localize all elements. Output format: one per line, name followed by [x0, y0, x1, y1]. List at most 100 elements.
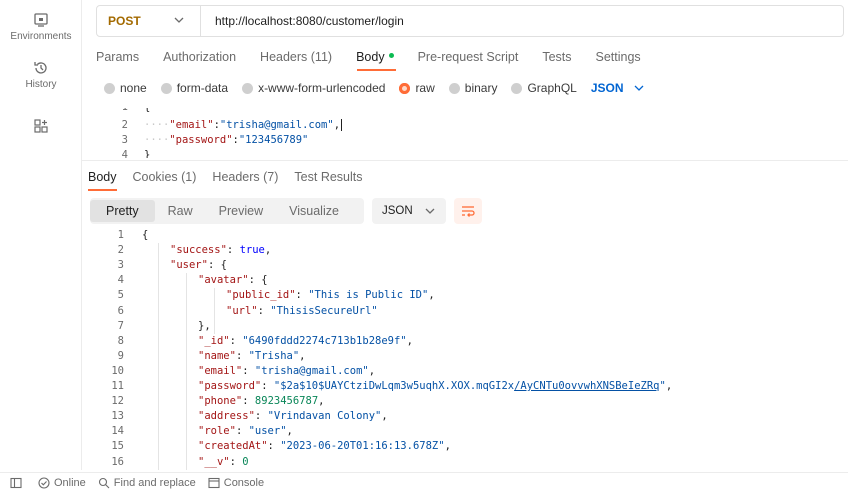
body-indicator-dot — [388, 53, 394, 59]
tab-tests[interactable]: Tests — [542, 50, 571, 68]
check-circle-icon — [38, 476, 50, 489]
request-tabs: Params Authorization Headers (11) Body P… — [96, 50, 665, 68]
code-token: "6490fddd2274c713b1b28e9f" — [242, 334, 407, 347]
code-content: ····"password":"123456789" — [144, 133, 308, 148]
find-replace-button[interactable]: Find and replace — [98, 477, 196, 489]
code-token: 8923456787 — [254, 395, 319, 408]
body-type-form-data[interactable]: form-data — [160, 81, 229, 95]
code-line: 6 "url": "ThisisSecureUrl" — [82, 304, 378, 319]
language-label: JSON — [590, 81, 624, 95]
body-type-none[interactable]: none — [104, 81, 147, 95]
code-line: 1{ — [96, 108, 836, 115]
code-token: , — [299, 349, 306, 362]
response-body-viewer[interactable]: 1{2 "success": true, 3 "user": {4 "avatar": … — [82, 228, 848, 470]
line-number: 10 — [111, 364, 124, 377]
code-token: : — [254, 410, 268, 423]
code-token: "password" — [198, 380, 262, 392]
sidebar-item-label: Environments — [10, 31, 72, 42]
code-token: "address" — [198, 410, 255, 423]
radio-icon — [511, 82, 523, 94]
code-token: "trisha@gmail.com" — [219, 119, 334, 131]
url-input[interactable]: http://localhost:8080/customer/login — [201, 14, 404, 28]
tab-body[interactable]: Body — [356, 50, 394, 68]
toggle-sidebar-button[interactable] — [10, 477, 26, 489]
code-token: : — [261, 380, 274, 392]
code-line: 14 "role": "user", — [82, 424, 293, 439]
code-token: , — [444, 440, 451, 453]
status-bar: Online Find and replace Console — [0, 472, 848, 492]
body-type-graphql[interactable]: GraphQL — [511, 81, 577, 95]
code-line: 10 "email": "trisha@gmail.com", — [82, 364, 375, 379]
code-token: "name" — [198, 349, 236, 362]
online-status[interactable]: Online — [38, 477, 86, 489]
body-type-urlencoded[interactable]: x-www-form-urlencoded — [242, 81, 385, 95]
code-content: "phone": 8923456787, — [198, 394, 324, 409]
body-type-raw[interactable]: raw — [399, 81, 435, 95]
tab-params[interactable]: Params — [96, 50, 139, 68]
indent-guide — [186, 273, 187, 470]
chevron-down-icon — [174, 17, 184, 23]
code-content: "user": { — [170, 258, 227, 273]
sidebar-item-environments[interactable]: Environments — [0, 12, 82, 42]
view-visualize-button[interactable]: Visualize — [276, 200, 352, 222]
tab-authorization[interactable]: Authorization — [163, 50, 236, 68]
wrap-lines-button[interactable] — [454, 198, 482, 224]
sidebar-item-flows[interactable] — [0, 118, 82, 137]
method-select[interactable]: POST — [97, 6, 201, 36]
line-number: 8 — [117, 334, 124, 347]
response-tab-test-results[interactable]: Test Results — [294, 170, 362, 188]
tab-settings[interactable]: Settings — [596, 50, 641, 68]
response-tab-cookies[interactable]: Cookies (1) — [133, 170, 197, 188]
code-token: , — [333, 119, 341, 131]
body-language-select[interactable]: JSON — [591, 81, 644, 95]
line-number: 1 — [117, 229, 124, 241]
line-number: 15 — [111, 440, 124, 453]
code-token: "email" — [169, 119, 214, 131]
code-token: , — [665, 380, 673, 392]
sidebar-item-history[interactable]: History — [0, 60, 82, 90]
code-content: { — [142, 228, 148, 243]
history-icon — [34, 62, 47, 74]
response-format-select[interactable]: JSON — [372, 198, 446, 224]
code-line: 13 "address": "Vrindavan Colony", — [82, 409, 387, 424]
line-number: 6 — [117, 304, 124, 317]
code-token: "Trisha" — [248, 349, 300, 362]
code-line: 4} — [96, 148, 836, 158]
radio-icon — [160, 82, 172, 94]
tab-headers[interactable]: Headers (11) — [260, 50, 332, 68]
code-token: }, — [198, 319, 211, 332]
code-token: , — [406, 334, 413, 347]
code-token: "avatar" — [198, 274, 249, 287]
code-content: "role": "user", — [198, 424, 293, 439]
line-number: 11 — [111, 380, 124, 392]
left-sidebar: Environments History — [0, 0, 82, 470]
pane-divider[interactable] — [82, 160, 848, 161]
response-tab-body[interactable]: Body — [88, 170, 117, 188]
view-pretty-button[interactable]: Pretty — [90, 200, 155, 222]
body-type-label: form-data — [176, 81, 229, 95]
radio-selected-icon — [399, 82, 411, 94]
code-token: : — [295, 289, 309, 302]
radio-icon — [448, 82, 460, 94]
code-content: "url": "ThisisSecureUrl" — [226, 304, 378, 319]
code-token: : — [242, 364, 255, 377]
code-token: , — [286, 425, 293, 438]
code-token: : { — [248, 274, 268, 287]
body-type-binary[interactable]: binary — [448, 81, 497, 95]
whitespace-marker: ···· — [144, 134, 170, 146]
request-body-editor[interactable]: 1{2····"email":"trisha@gmail.com",3····"… — [96, 108, 844, 158]
radio-icon — [104, 82, 115, 94]
line-number: 5 — [117, 289, 124, 302]
view-raw-button[interactable]: Raw — [155, 200, 206, 222]
view-preview-button[interactable]: Preview — [206, 200, 276, 222]
code-content: "password": "$2a$10$UAYCtziDwLqm3w5uqhX.… — [198, 379, 672, 394]
console-button[interactable]: Console — [208, 477, 264, 489]
line-number: 16 — [111, 455, 124, 468]
tab-pre-request-script[interactable]: Pre-request Script — [418, 50, 519, 68]
code-token: "ThisisSecureUrl" — [270, 304, 378, 317]
code-token: "phone" — [198, 395, 243, 408]
code-token: "public_id" — [226, 289, 296, 302]
response-tab-headers[interactable]: Headers (7) — [212, 170, 278, 188]
code-token: : — [267, 440, 281, 453]
code-token: "email" — [198, 364, 243, 377]
